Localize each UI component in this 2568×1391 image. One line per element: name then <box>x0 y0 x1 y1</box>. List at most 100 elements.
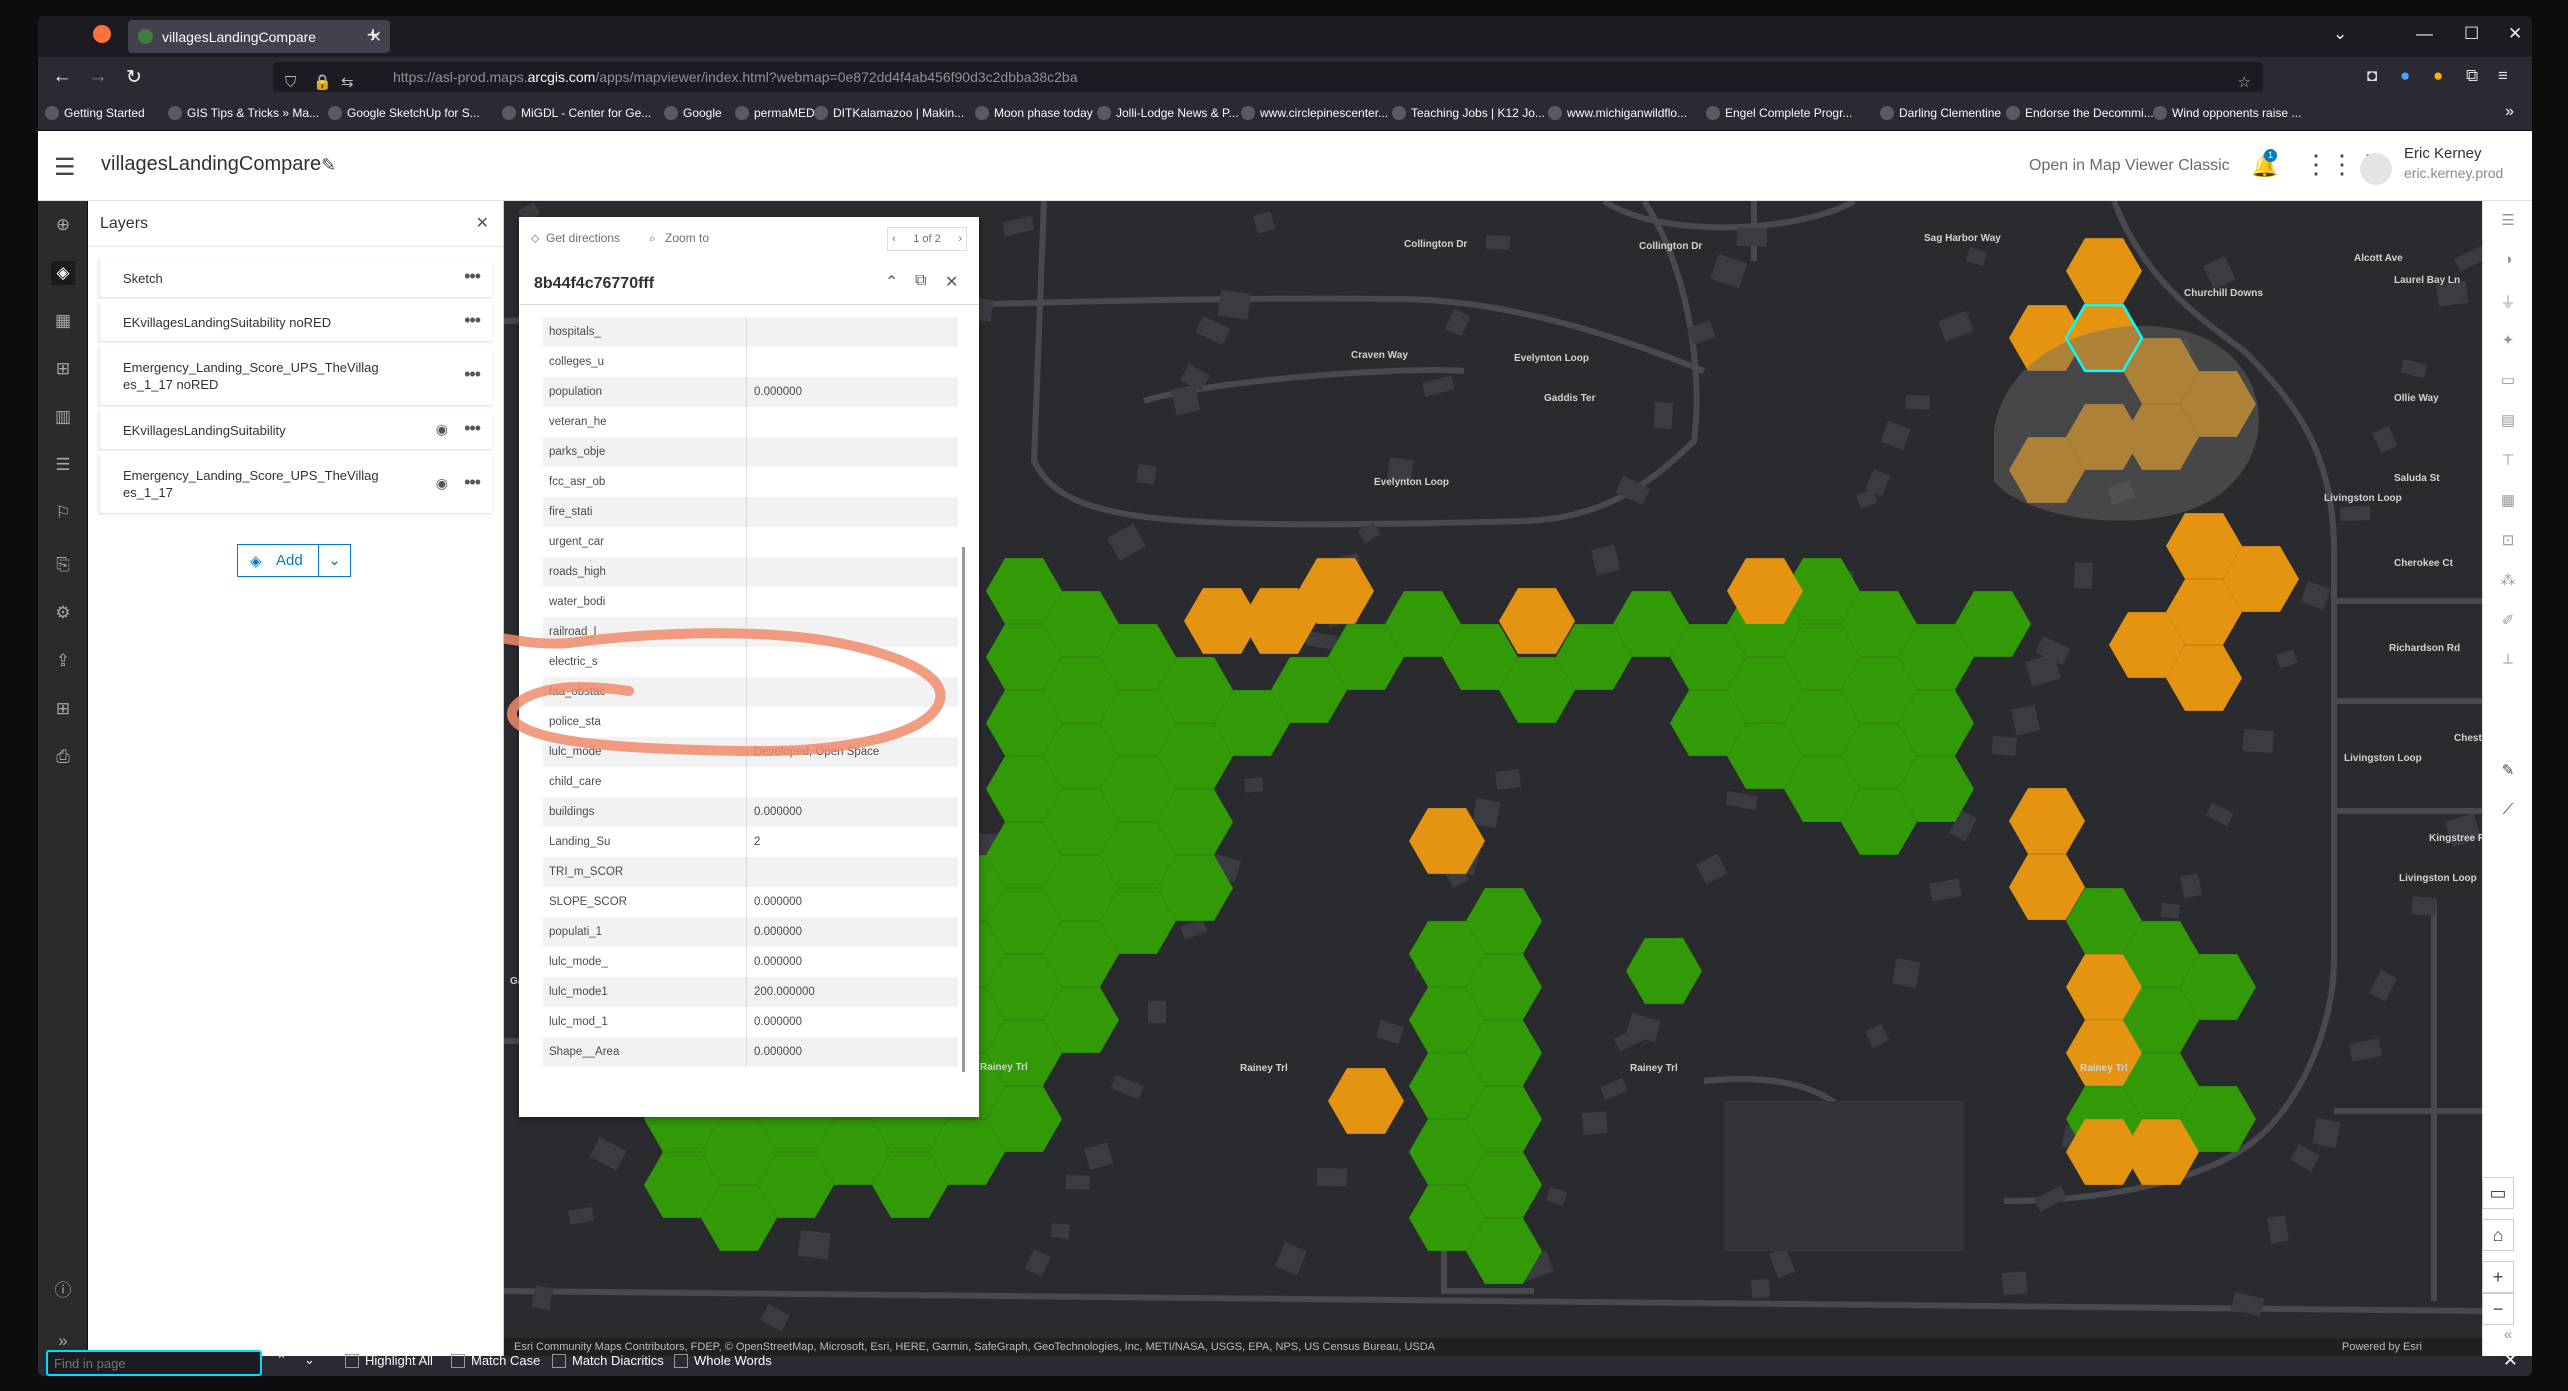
collapse-icon[interactable]: ⌃ <box>885 272 898 292</box>
bookmark-item[interactable]: MiGDL - Center for Ge... <box>502 106 651 120</box>
zoom-in-button[interactable]: + <box>2482 1261 2514 1293</box>
bookmark-item[interactable]: Jolli-Lodge News & P... <box>1097 106 1239 120</box>
bookmark-item[interactable]: GIS Tips & Tricks » Ma... <box>168 106 319 120</box>
bookmark-item[interactable]: Moon phase today <box>975 106 1093 120</box>
print-icon[interactable]: ⎙ <box>51 745 75 769</box>
find-previous-icon[interactable]: ⌃ <box>276 1352 287 1368</box>
bookmark-item[interactable]: Endorse the Decommi... <box>2006 106 2154 120</box>
minimize-button[interactable]: — <box>2416 24 2433 44</box>
bookmark-item[interactable]: Getting Started <box>45 106 145 120</box>
sketch-tool-icon[interactable]: ✎ <box>2497 761 2519 783</box>
match-case-checkbox[interactable]: Match Case <box>451 1353 540 1368</box>
maximize-button[interactable]: ☐ <box>2464 24 2479 44</box>
find-next-icon[interactable]: ⌄ <box>304 1352 315 1368</box>
chevron-down-icon[interactable]: ⌄ <box>318 545 350 576</box>
permissions-icon[interactable]: ⇆ <box>341 68 354 98</box>
cluster-icon[interactable]: ⁂ <box>2497 571 2519 593</box>
bookmark-item[interactable]: Google <box>664 106 722 120</box>
fields-icon[interactable]: ▤ <box>2497 411 2519 433</box>
close-icon[interactable]: ✕ <box>476 213 489 233</box>
bookmarks-icon[interactable]: ⚐ <box>51 501 75 525</box>
open-classic-link[interactable]: Open in Map Viewer Classic <box>2029 157 2230 175</box>
legend-icon[interactable]: ☰ <box>51 453 75 477</box>
zoom-icon[interactable]: ⌕ <box>649 231 656 246</box>
url-bar[interactable]: ⛉ 🔒 ⇆ https://asl-prod.maps.arcgis.com/a… <box>273 62 2263 92</box>
add-layer-button[interactable]: ◈ Add ⌄ <box>237 544 351 577</box>
directions-icon[interactable]: ⬦ <box>531 231 539 246</box>
layer-item[interactable]: EKvillagesLandingSuitability noRED ••• <box>98 303 492 341</box>
layer-item[interactable]: Emergency_Landing_Score_UPS_TheVillag es… <box>98 347 492 405</box>
close-find-icon[interactable]: ✕ <box>2503 1350 2518 1371</box>
close-icon[interactable]: ✕ <box>945 272 958 292</box>
zoom-to-button[interactable]: Zoom to <box>665 231 709 245</box>
layer-options-icon[interactable]: ••• <box>464 418 481 439</box>
bookmark-item[interactable]: www.circlepinescenter... <box>1241 106 1388 120</box>
pocket-icon[interactable]: ◘ <box>2367 66 2377 86</box>
bookmark-item[interactable]: Google SketchUp for S... <box>328 106 480 120</box>
sketch-icon[interactable]: ✐ <box>2497 611 2519 633</box>
layer-options-icon[interactable]: ••• <box>464 266 481 287</box>
zoom-out-button[interactable]: − <box>2482 1293 2514 1325</box>
add-layer-icon[interactable]: ⊕ <box>51 213 75 237</box>
chevron-left-icon[interactable]: ‹ <box>892 228 896 250</box>
match-diacritics-checkbox[interactable]: Match Diacritics <box>552 1353 664 1368</box>
bookmark-item[interactable]: Darling Clementine <box>1880 106 2001 120</box>
bookmark-item[interactable]: Wind opponents raise ... <box>2153 106 2301 120</box>
layer-options-icon[interactable]: ••• <box>464 364 481 385</box>
basemap-icon[interactable]: ⊞ <box>51 357 75 381</box>
save-icon[interactable]: ⎘ <box>51 553 75 577</box>
tables-icon[interactable]: ▦ <box>51 309 75 333</box>
layers-icon[interactable]: ◈ <box>51 261 75 285</box>
popup-scrollbar[interactable] <box>962 547 965 1072</box>
info-icon[interactable]: ⓘ <box>51 1279 75 1303</box>
tab-active[interactable]: villagesLandingCompare ✕ <box>128 20 390 53</box>
menu-icon[interactable]: ≡ <box>2498 66 2508 86</box>
bookmark-item[interactable]: permaMEDIA <box>735 106 826 120</box>
get-directions-button[interactable]: Get directions <box>546 231 620 245</box>
labels-icon[interactable]: ⊤ <box>2497 451 2519 473</box>
shield-icon[interactable]: ⛉ <box>285 68 296 98</box>
layer-options-icon[interactable]: ••• <box>464 310 481 331</box>
properties-icon[interactable]: ☰ <box>2497 211 2519 233</box>
bookmark-item[interactable]: Teaching Jobs | K12 Jo... <box>1392 106 1545 120</box>
pop-ups-icon[interactable]: ▭ <box>2497 371 2519 393</box>
styles-icon[interactable]: ◑ <box>2497 251 2519 273</box>
filter-icon[interactable]: ⏚ <box>2497 291 2519 313</box>
find-input[interactable] <box>46 1350 262 1376</box>
templates-icon[interactable]: ⊡ <box>2497 531 2519 553</box>
forward-button[interactable]: → <box>86 66 110 88</box>
more-bookmarks-icon[interactable]: » <box>2505 103 2514 121</box>
charts-icon[interactable]: ▥ <box>51 405 75 429</box>
extensions-icon[interactable]: ⧉ <box>2466 66 2478 86</box>
home-icon[interactable]: ⌂ <box>2482 1219 2514 1251</box>
layer-item[interactable]: Emergency_Landing_Score_UPS_TheVillag es… <box>98 455 492 513</box>
lock-icon[interactable]: 🔒 <box>313 68 332 98</box>
bookmark-star-icon[interactable]: ☆ <box>2238 68 2251 98</box>
dock-icon[interactable]: ⧉ <box>915 272 926 290</box>
reload-button[interactable]: ↻ <box>122 66 146 89</box>
monitor-icon[interactable]: ▭ <box>2482 1177 2514 1209</box>
create-app-icon[interactable]: ⊞ <box>51 697 75 721</box>
whole-words-checkbox[interactable]: Whole Words <box>674 1353 772 1368</box>
visibility-eye-icon[interactable]: ◉ <box>436 421 448 438</box>
settings-icon[interactable]: ⚙ <box>51 601 75 625</box>
map-view[interactable]: Collington Dr Collington Dr Sag Harbor Way… <box>504 201 2482 1356</box>
avatar[interactable] <box>2360 153 2392 185</box>
layer-options-icon[interactable]: ••• <box>464 472 481 493</box>
effects-icon[interactable]: ✦ <box>2497 331 2519 353</box>
measure-icon[interactable]: ⟂ <box>2497 651 2519 673</box>
visibility-eye-icon[interactable]: ◉ <box>436 475 448 492</box>
chevron-right-icon[interactable]: › <box>958 228 962 250</box>
feature-pager[interactable]: ‹ 1 of 2 › <box>887 227 967 251</box>
highlight-all-checkbox[interactable]: Highlight All <box>345 1353 433 1368</box>
powered-by-esri[interactable]: Powered by Esri <box>2342 1338 2422 1356</box>
extension-icon[interactable]: ● <box>2400 66 2410 86</box>
layer-item[interactable]: EKvillagesLandingSuitability ••• ◉ <box>98 411 492 449</box>
forms-icon[interactable]: ▦ <box>2497 491 2519 513</box>
bookmark-item[interactable]: www.michiganwildflo... <box>1548 106 1687 120</box>
edit-pencil-icon[interactable]: ✎ <box>321 155 336 176</box>
hamburger-menu-icon[interactable]: ☰ <box>54 153 76 182</box>
measure-tool-icon[interactable]: ⟋ <box>2497 801 2519 823</box>
share-icon[interactable]: ⇪ <box>51 649 75 673</box>
extension-icon[interactable]: ● <box>2433 66 2443 86</box>
